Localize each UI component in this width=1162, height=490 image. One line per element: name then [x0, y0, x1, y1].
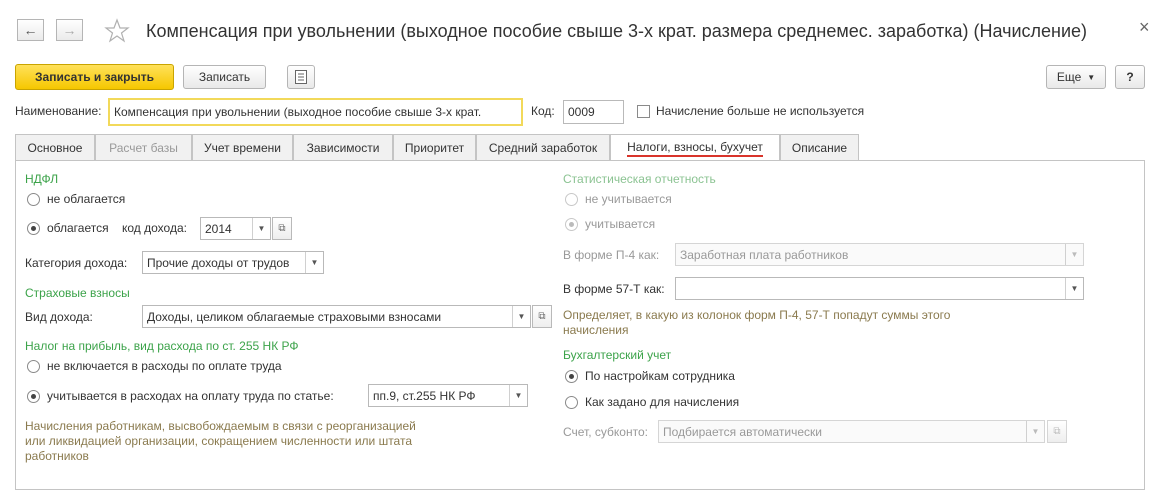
profit-tax-section-title: Налог на прибыль, вид расхода по ст. 255… — [25, 339, 299, 353]
ndfl-section-title: НДФЛ — [25, 172, 59, 186]
income-type-value: Доходы, целиком облагаемые страховыми вз… — [147, 309, 442, 324]
income-category-select[interactable]: Прочие доходы от трудов ▼ — [142, 251, 324, 274]
forward-button[interactable]: → — [56, 19, 83, 41]
p4-value: Заработная плата работников — [680, 247, 849, 262]
tab-description[interactable]: Описание — [780, 134, 859, 160]
ndfl-taxed-label: облагается — [47, 221, 109, 235]
help-button[interactable]: ? — [1115, 65, 1145, 89]
income-code-select[interactable]: 2014 ▼ — [200, 217, 271, 240]
chevron-down-icon: ▼ — [305, 252, 323, 273]
close-icon[interactable]: × — [1139, 17, 1150, 38]
back-button[interactable]: ← — [17, 19, 44, 41]
open-icon: ⧉ — [1053, 426, 1061, 437]
save-and-close-button[interactable]: Записать и закрыть — [15, 64, 174, 90]
more-label: Еще — [1056, 70, 1082, 84]
f57t-select[interactable]: ▼ — [675, 277, 1084, 300]
stat-counted-radio[interactable] — [565, 218, 578, 231]
code-input[interactable]: 0009 — [563, 100, 624, 124]
open-link-button[interactable]: ⧉ — [1047, 420, 1067, 443]
open-link-button[interactable]: ⧉ — [272, 217, 292, 240]
included-radio[interactable] — [27, 390, 40, 403]
open-icon: ⧉ — [278, 223, 286, 234]
stat-not-counted-label: не учитывается — [585, 192, 672, 206]
chevron-down-icon: ▼ — [1065, 244, 1083, 265]
account-label: Счет, субконто: — [563, 425, 648, 439]
not-included-radio[interactable] — [27, 360, 40, 373]
open-link-button[interactable]: ⧉ — [532, 305, 552, 328]
as-set-label: Как задано для начисления — [585, 395, 740, 409]
as-set-radio[interactable] — [565, 396, 578, 409]
tab-average-earnings[interactable]: Средний заработок — [476, 134, 610, 160]
by-employee-radio[interactable] — [565, 370, 578, 383]
tab-base-calc[interactable]: Расчет базы — [95, 134, 192, 160]
income-code-value: 2014 — [205, 221, 232, 236]
tab-dependencies[interactable]: Зависимости — [293, 134, 393, 160]
insurance-section-title: Страховые взносы — [25, 286, 130, 300]
chevron-down-icon: ▼ — [1065, 278, 1083, 299]
arrow-left-icon: ← — [23, 22, 38, 38]
ndfl-not-taxed-radio[interactable] — [27, 193, 40, 206]
chevron-down-icon: ▼ — [1026, 421, 1044, 442]
statistics-note: Определяет, в какую из колонок форм П-4,… — [563, 308, 951, 337]
p4-select[interactable]: Заработная плата работников ▼ — [675, 243, 1084, 266]
document-list-icon — [295, 70, 307, 84]
ndfl-taxed-radio[interactable] — [27, 222, 40, 235]
more-button[interactable]: Еще ▼ — [1046, 65, 1106, 89]
income-category-label: Категория дохода: — [25, 256, 128, 270]
income-category-value: Прочие доходы от трудов — [147, 255, 290, 270]
account-placeholder: Подбирается автоматически — [663, 424, 822, 439]
save-button[interactable]: Записать — [183, 65, 266, 89]
by-employee-label: По настройкам сотрудника — [585, 369, 735, 383]
name-input[interactable]: Компенсация при увольнении (выходное пос… — [108, 98, 523, 126]
statistics-section-title: Статистическая отчетность — [563, 172, 716, 186]
income-code-label: код дохода: — [122, 221, 187, 235]
window-title: Компенсация при увольнении (выходное пос… — [146, 21, 1088, 41]
article-value: пп.9, ст.255 НК РФ — [373, 388, 476, 403]
not-used-label: Начисление больше не используется — [656, 104, 865, 118]
accounting-section-title: Бухгалтерский учет — [563, 348, 672, 362]
open-icon: ⧉ — [538, 311, 546, 322]
income-type-label: Вид дохода: — [25, 310, 93, 324]
chevron-down-icon: ▼ — [512, 306, 530, 327]
ndfl-not-taxed-label: не облагается — [47, 192, 126, 206]
income-type-select[interactable]: Доходы, целиком облагаемые страховыми вз… — [142, 305, 531, 328]
code-label: Код: — [531, 104, 555, 118]
tab-taxes-label: Налоги, взносы, бухучет — [627, 140, 763, 157]
favorite-button[interactable] — [104, 18, 130, 44]
f57t-label: В форме 57-Т как: — [563, 282, 665, 296]
account-select[interactable]: Подбирается автоматически ▼ — [658, 420, 1045, 443]
included-label: учитывается в расходах на оплату труда п… — [47, 389, 334, 403]
article-select[interactable]: пп.9, ст.255 НК РФ ▼ — [368, 384, 528, 407]
arrow-right-icon: → — [62, 22, 77, 38]
tab-main[interactable]: Основное — [15, 134, 95, 160]
chevron-down-icon: ▼ — [509, 385, 527, 406]
chevron-down-icon: ▼ — [1087, 72, 1096, 82]
stat-not-counted-radio[interactable] — [565, 193, 578, 206]
profit-tax-note: Начисления работникам, высвобождаемым в … — [25, 419, 416, 463]
p4-label: В форме П-4 как: — [563, 248, 660, 262]
stat-counted-label: учитывается — [585, 217, 656, 231]
not-used-checkbox[interactable] — [637, 105, 650, 118]
chevron-down-icon: ▼ — [252, 218, 270, 239]
not-included-label: не включается в расходы по оплате труда — [47, 359, 282, 373]
document-list-button[interactable] — [287, 65, 315, 89]
name-label: Наименование: — [15, 104, 102, 118]
tab-priority[interactable]: Приоритет — [393, 134, 476, 160]
tab-taxes[interactable]: Налоги, взносы, бухучет — [610, 134, 780, 161]
tab-time-accounting[interactable]: Учет времени — [192, 134, 293, 160]
star-icon — [104, 18, 130, 43]
